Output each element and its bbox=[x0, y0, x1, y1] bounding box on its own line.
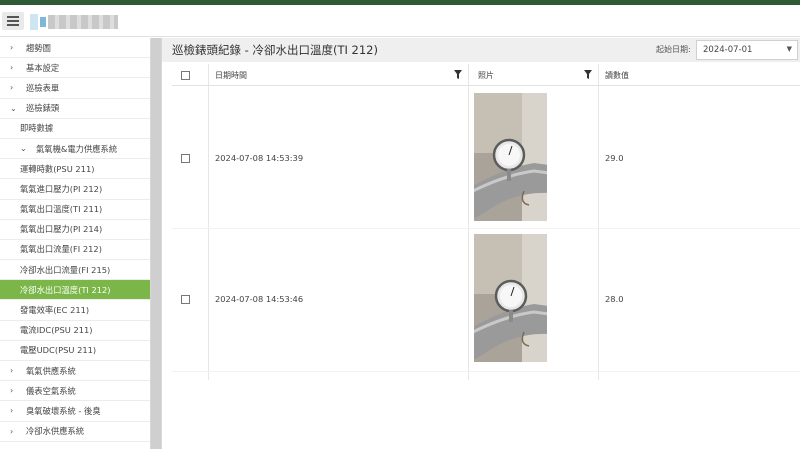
sidebar-item-ozone-destruct[interactable]: › 臭氧破壞系統 - 後臭 bbox=[0, 401, 150, 422]
gauge-photo-image bbox=[474, 234, 547, 362]
page-header: 巡檢錶頭紀錄 - 冷卻水出口溫度(TI 212) 起始日期: 2024-07-0… bbox=[162, 38, 800, 62]
row-checkbox[interactable] bbox=[181, 154, 190, 163]
sidebar-scrollbar[interactable] bbox=[150, 38, 162, 449]
filter-icon[interactable] bbox=[454, 70, 462, 79]
sidebar-item-label: 巡檢錶頭 bbox=[26, 103, 60, 114]
chevron-down-icon: ⌄ bbox=[10, 103, 17, 113]
top-bar bbox=[0, 5, 800, 37]
sidebar-item-label: 電流IDC(PSU 211) bbox=[20, 325, 93, 336]
table-row[interactable]: 2024-07-08 14:53:46 28.0 bbox=[172, 229, 800, 372]
row-datetime: 2024-07-08 14:53:39 bbox=[215, 153, 304, 163]
gauge-photo-image bbox=[474, 93, 547, 221]
sidebar-item-cooling-water-temp[interactable]: 冷卻水出口溫度(TI 212) bbox=[0, 280, 150, 301]
chevron-right-icon: › bbox=[10, 386, 14, 396]
app-logo bbox=[30, 14, 118, 30]
select-all-checkbox[interactable] bbox=[181, 71, 190, 80]
sidebar-item-inspection-meters[interactable]: ⌄ 巡檢錶頭 bbox=[0, 99, 150, 119]
sidebar-item-label: 運轉時數(PSU 211) bbox=[20, 163, 95, 174]
chevron-right-icon: › bbox=[10, 366, 14, 376]
sidebar-item-cooling-water-flow[interactable]: 冷卻水出口流量(FI 215) bbox=[0, 260, 150, 281]
main-content: 巡檢錶頭紀錄 - 冷卻水出口溫度(TI 212) 起始日期: 2024-07-0… bbox=[162, 38, 800, 449]
column-header-photo: 照片 bbox=[478, 71, 494, 80]
chevron-down-icon: ⌄ bbox=[20, 144, 27, 154]
sidebar-item-run-hours[interactable]: 運轉時數(PSU 211) bbox=[0, 159, 150, 180]
sidebar-item-label: 電壓UDC(PSU 211) bbox=[20, 345, 97, 356]
column-header-reading: 讀數值 bbox=[605, 71, 629, 80]
gauge-photo[interactable] bbox=[474, 93, 547, 221]
sidebar-item-label: 臭氧破壞系統 - 後臭 bbox=[26, 405, 101, 416]
hamburger-menu-icon[interactable] bbox=[2, 12, 24, 30]
sidebar-item-label: 巡檢表單 bbox=[26, 82, 60, 93]
gauge-photo[interactable] bbox=[474, 234, 547, 362]
table-row[interactable]: 2024-07-08 14:53:39 29.0 bbox=[172, 86, 800, 229]
sidebar-item-voltage-udc[interactable]: 電壓UDC(PSU 211) bbox=[0, 341, 150, 361]
sidebar-item-label: 氧氣進口壓力(PI 212) bbox=[20, 183, 103, 194]
scrollbar-thumb[interactable] bbox=[151, 38, 161, 449]
sidebar-item-basic-settings[interactable]: › 基本設定 bbox=[0, 58, 150, 79]
sidebar-item-current-idc[interactable]: 電流IDC(PSU 211) bbox=[0, 321, 150, 341]
chevron-right-icon: › bbox=[10, 43, 14, 53]
sidebar-item-power-efficiency[interactable]: 發電效率(EC 211) bbox=[0, 300, 150, 321]
row-datetime: 2024-07-08 14:53:46 bbox=[215, 294, 304, 304]
sidebar-item-realtime-data[interactable]: 即時數據 bbox=[0, 119, 150, 139]
sidebar-item-cooling-water-supply[interactable]: › 冷卻水供應系統 bbox=[0, 422, 150, 442]
chevron-right-icon: › bbox=[10, 426, 14, 436]
sidebar-item-label: 冷卻水出口流量(FI 215) bbox=[20, 264, 111, 275]
sidebar-item-oxygen-inlet-pressure[interactable]: 氧氣進口壓力(PI 212) bbox=[0, 179, 150, 200]
page-title: 巡檢錶頭紀錄 - 冷卻水出口溫度(TI 212) bbox=[172, 43, 378, 57]
sidebar-item-label: 趨勢圖 bbox=[26, 42, 51, 53]
sidebar: › 趨勢圖 › 基本設定 › 巡檢表單 ⌄ 巡檢錶頭 即時數據 ⌄ 氣氧機&電力供應系統 … bbox=[0, 38, 150, 449]
row-reading: 29.0 bbox=[605, 153, 624, 163]
table-header: 日期時間 照片 讀數值 bbox=[172, 64, 800, 86]
sidebar-item-label: 即時數據 bbox=[20, 123, 54, 134]
column-header-datetime: 日期時間 bbox=[215, 71, 247, 80]
sidebar-item-ozone-outlet-pressure[interactable]: 氣氧出口壓力(PI 214) bbox=[0, 220, 150, 240]
sidebar-item-label: 冷卻水供應系統 bbox=[26, 426, 85, 437]
start-date-select[interactable]: 2024-07-01 ▼ bbox=[696, 40, 798, 60]
sidebar-item-label: 儀表空氣系統 bbox=[26, 385, 76, 396]
sidebar-item-label: 氧氣供應系統 bbox=[26, 365, 76, 376]
sidebar-item-label: 氣氧出口壓力(PI 214) bbox=[20, 224, 103, 235]
row-checkbox[interactable] bbox=[181, 295, 190, 304]
dropdown-caret-icon: ▼ bbox=[786, 45, 792, 53]
records-table: 日期時間 照片 讀數值 2024-07-08 14:53:39 29.0 202… bbox=[172, 64, 800, 380]
sidebar-item-label: 冷卻水出口溫度(TI 212) bbox=[20, 284, 111, 295]
row-reading: 28.0 bbox=[605, 294, 624, 304]
chevron-right-icon: › bbox=[10, 406, 14, 416]
start-date-value: 2024-07-01 bbox=[703, 45, 753, 55]
sidebar-item-label: 發電效率(EC 211) bbox=[20, 305, 90, 316]
sidebar-item-label: 氣氧出口流量(FI 212) bbox=[20, 244, 102, 255]
sidebar-item-instrument-air[interactable]: › 儀表空氣系統 bbox=[0, 381, 150, 402]
sidebar-item-ozone-outlet-temp[interactable]: 氣氧出口溫度(TI 211) bbox=[0, 200, 150, 220]
sidebar-item-inspection-forms[interactable]: › 巡檢表單 bbox=[0, 78, 150, 99]
chevron-right-icon: › bbox=[10, 83, 14, 93]
sidebar-item-label: 氣氧機&電力供應系統 bbox=[36, 143, 118, 154]
sidebar-item-label: 氣氧出口溫度(TI 211) bbox=[20, 204, 103, 215]
start-date-label: 起始日期: bbox=[656, 45, 691, 54]
sidebar-item-oxygen-supply[interactable]: › 氧氣供應系統 bbox=[0, 361, 150, 382]
chevron-right-icon: › bbox=[10, 63, 14, 73]
sidebar-item-ozone-outlet-flow[interactable]: 氣氧出口流量(FI 212) bbox=[0, 240, 150, 261]
filter-icon[interactable] bbox=[584, 70, 592, 79]
sidebar-item-ozone-power-system[interactable]: ⌄ 氣氧機&電力供應系統 bbox=[0, 139, 150, 160]
sidebar-item-label: 基本設定 bbox=[26, 62, 60, 73]
sidebar-item-trend[interactable]: › 趨勢圖 bbox=[0, 38, 150, 59]
